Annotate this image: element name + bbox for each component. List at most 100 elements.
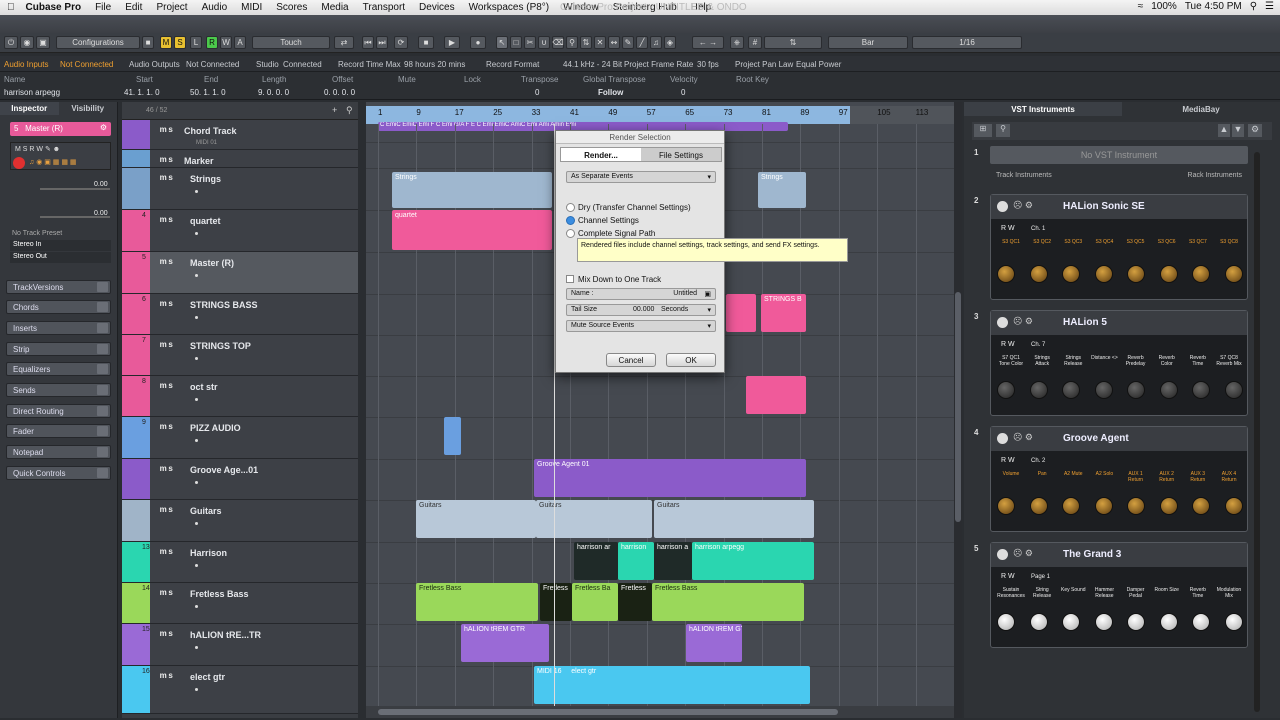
clip-halion-trem[interactable]: hALION tREM GTR: [461, 624, 549, 662]
ruler-bar-number[interactable]: 65: [685, 108, 694, 117]
menu-workspaces[interactable]: Workspaces (P8°): [462, 2, 557, 13]
clip-strings-bass-2[interactable]: [726, 294, 756, 332]
write-mode-w[interactable]: W: [220, 36, 232, 49]
track-header[interactable]: 13 m s Harrison: [122, 542, 358, 583]
track-color-strip[interactable]: [122, 120, 150, 149]
volume-slider[interactable]: [40, 188, 110, 190]
section-strip[interactable]: Strip: [6, 342, 111, 356]
ruler-bar-number[interactable]: 97: [839, 108, 848, 117]
clip-harrison-arpegg[interactable]: harrison arpegg: [692, 542, 814, 580]
tab-mediabay[interactable]: MediaBay: [1122, 102, 1280, 116]
grid-type-dropdown[interactable]: Bar: [828, 36, 908, 49]
section-notepad[interactable]: Notepad: [6, 445, 111, 459]
midi-channel[interactable]: Ch. 1: [1031, 226, 1045, 232]
configurations-button[interactable]: Configurations: [56, 36, 140, 49]
track-name[interactable]: hALION tRE...TR: [190, 630, 261, 640]
quick-control-knob[interactable]: [1192, 613, 1211, 631]
quick-control-knob[interactable]: [997, 265, 1015, 283]
rewind-start-icon[interactable]: ⏮: [362, 36, 374, 49]
status-frame-rate[interactable]: Project Frame Rate: [624, 60, 693, 69]
track-name[interactable]: STRINGS TOP: [190, 341, 251, 351]
input-routing[interactable]: Stereo In: [10, 240, 111, 251]
rack-search-icon[interactable]: ⚲: [996, 124, 1010, 137]
forward-end-icon[interactable]: ⏭: [376, 36, 388, 49]
mute-solo-buttons[interactable]: m s: [158, 215, 173, 224]
channel-settings-radio[interactable]: [566, 216, 575, 225]
output-routing[interactable]: Stereo Out: [10, 252, 111, 263]
automation-mode-a[interactable]: A: [234, 36, 246, 49]
menu-midi[interactable]: MIDI: [234, 2, 269, 13]
read-write-buttons[interactable]: R W: [1001, 573, 1015, 580]
tab-vst-instruments[interactable]: VST Instruments: [964, 102, 1122, 116]
section-chords[interactable]: Chords: [6, 300, 111, 314]
quick-control-knob[interactable]: [1192, 381, 1211, 399]
list-icon[interactable]: ☰: [1265, 1, 1274, 12]
quick-control-knob[interactable]: [997, 613, 1015, 631]
status-record-time[interactable]: Record Time Max: [338, 60, 401, 69]
midi-channel[interactable]: Ch. 7: [1031, 342, 1045, 348]
menu-edit[interactable]: Edit: [118, 2, 149, 13]
quick-control-knob[interactable]: [1094, 497, 1113, 515]
quick-control-knob[interactable]: [1029, 265, 1048, 283]
horizontal-scrollbar[interactable]: [366, 706, 954, 718]
mute-solo-buttons[interactable]: m s: [158, 257, 173, 266]
track-name[interactable]: STRINGS BASS: [190, 300, 258, 310]
track-header[interactable]: 9 m s PIZZ AUDIO: [122, 417, 358, 459]
track-search-icon[interactable]: ⚲: [346, 105, 353, 116]
ruler-bar-number[interactable]: 17: [455, 108, 464, 117]
activate-project-icon[interactable]: ⏻: [4, 36, 18, 49]
dialog-title[interactable]: Render Selection: [556, 131, 724, 144]
complete-signal-path-radio[interactable]: [566, 229, 575, 238]
mute-solo-buttons[interactable]: m s: [158, 629, 173, 638]
glue-tool-icon[interactable]: ∪: [538, 36, 550, 49]
section-fader[interactable]: Fader: [6, 424, 111, 438]
track-header[interactable]: 4 m s quartet: [122, 210, 358, 252]
section-equalizers[interactable]: Equalizers: [6, 362, 111, 376]
tab-file-settings[interactable]: File Settings: [641, 148, 721, 161]
draw-tool-icon[interactable]: ✎: [622, 36, 634, 49]
lock-icon[interactable]: ■: [142, 36, 154, 49]
mute-source-dropdown[interactable]: Mute Source Events ▾: [566, 320, 716, 332]
midi-channel[interactable]: Page 1: [1031, 574, 1050, 580]
track-name[interactable]: PIZZ AUDIO: [190, 423, 241, 433]
tab-render[interactable]: Render...: [561, 148, 641, 161]
quick-control-knob[interactable]: [997, 497, 1015, 515]
range-tool-icon[interactable]: □: [510, 36, 522, 49]
object-select-tool-icon[interactable]: ↖: [496, 36, 508, 49]
quick-control-knob[interactable]: [1062, 265, 1081, 283]
add-instrument-icon[interactable]: ⊞: [974, 124, 992, 137]
clip-groove-agent[interactable]: Groove Agent 01: [534, 459, 806, 497]
mute-solo-buttons[interactable]: m s: [158, 671, 173, 680]
track-header[interactable]: m s Guitars: [122, 500, 358, 542]
snap-icon[interactable]: ⎈: [730, 36, 744, 49]
track-header[interactable]: m s Chord Track MIDI 01: [122, 120, 358, 150]
ruler-bar-number[interactable]: 57: [647, 108, 656, 117]
clip-guitars[interactable]: Guitars: [416, 500, 536, 538]
mixdown-checkbox[interactable]: [566, 275, 574, 283]
cancel-button[interactable]: Cancel: [606, 353, 656, 367]
quick-control-knob[interactable]: [1094, 613, 1113, 631]
read-write-buttons[interactable]: R W: [1001, 457, 1015, 464]
inspector-track-header[interactable]: 5 Master (R) ⚙: [10, 122, 111, 136]
mute-solo-buttons[interactable]: m s: [158, 588, 173, 597]
menu-devices[interactable]: Devices: [412, 2, 462, 13]
mute-solo-buttons[interactable]: m s: [158, 422, 173, 431]
timewarp-tool-icon[interactable]: ↭: [608, 36, 620, 49]
constrain-delay-icon[interactable]: ◉: [20, 36, 34, 49]
info-name-value[interactable]: harrison arpegg: [4, 88, 60, 97]
quick-control-knob[interactable]: [1127, 497, 1146, 515]
track-header[interactable]: 5 m s Master (R): [122, 252, 358, 294]
clip-oct-str[interactable]: [746, 376, 806, 414]
clip-fretless-2[interactable]: Fretless: [540, 583, 572, 621]
quick-control-knob[interactable]: [1159, 265, 1178, 283]
quick-control-knob[interactable]: [1062, 497, 1081, 515]
mute-solo-buttons[interactable]: m s: [158, 505, 173, 514]
status-studio[interactable]: Studio: [256, 60, 279, 69]
track-header[interactable]: m s Groove Age...01: [122, 459, 358, 500]
ruler-bar-number[interactable]: 81: [762, 108, 771, 117]
tab-inspector[interactable]: Inspector: [0, 102, 59, 115]
play-tool-icon[interactable]: ♫: [650, 36, 662, 49]
power-icon[interactable]: [997, 317, 1008, 328]
ruler-bar-number[interactable]: 49: [608, 108, 617, 117]
automation-touch-dropdown[interactable]: Touch: [252, 36, 330, 49]
